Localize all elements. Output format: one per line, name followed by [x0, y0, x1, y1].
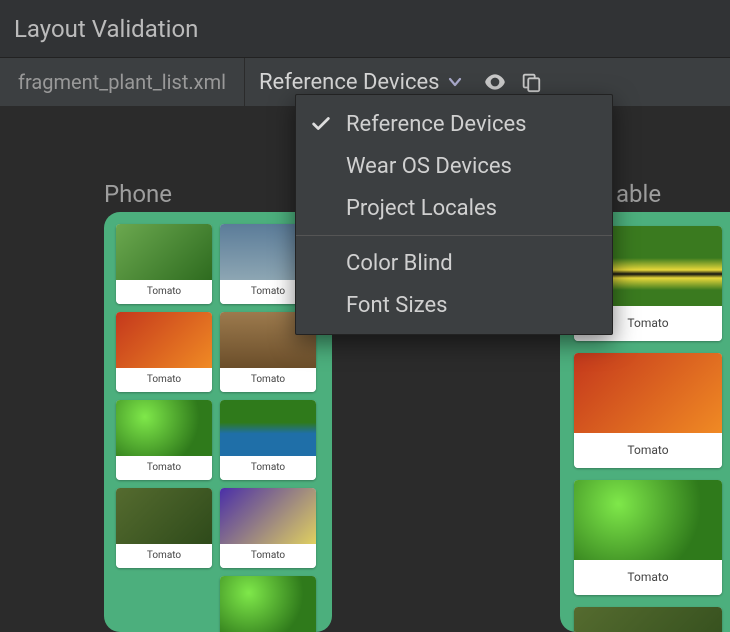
menu-item-label: Color Blind [346, 251, 453, 276]
card-caption: Tomato [220, 456, 316, 480]
card-caption: Tomato [574, 433, 722, 468]
card-caption: Tomato [574, 560, 722, 595]
card-caption: Tomato [116, 280, 212, 304]
list-item[interactable]: Tomato [574, 480, 722, 595]
list-item[interactable]: Tomato [116, 312, 212, 392]
thumbnail-image [574, 607, 722, 632]
menu-item-label: Font Sizes [346, 293, 447, 318]
device-label-foldable-partial: able [616, 180, 661, 208]
list-item[interactable]: Tomato [116, 488, 212, 568]
reference-devices-dropdown-menu: Reference Devices Wear OS Devices Projec… [295, 94, 613, 335]
thumbnail-image [116, 224, 212, 280]
thumbnail-image [220, 488, 316, 544]
menu-item-reference-devices[interactable]: Reference Devices [296, 103, 612, 145]
chevron-down-icon [447, 74, 463, 90]
list-item[interactable]: Tomato [220, 488, 316, 568]
menu-item-project-locales[interactable]: Project Locales [296, 187, 612, 229]
list-item[interactable]: Tomato [574, 353, 722, 468]
file-tab[interactable]: fragment_plant_list.xml [0, 58, 245, 106]
reference-devices-label: Reference Devices [259, 70, 440, 95]
card-caption: Tomato [116, 544, 212, 568]
check-icon [310, 113, 332, 135]
thumbnail-image [116, 400, 212, 456]
menu-item-font-sizes[interactable]: Font Sizes [296, 284, 612, 326]
card-caption: Tomato [220, 368, 316, 392]
title-bar: Layout Validation [0, 0, 730, 58]
file-tab-label: fragment_plant_list.xml [18, 70, 226, 94]
list-item[interactable]: Tomato [116, 400, 212, 480]
thumbnail-image [220, 576, 316, 632]
thumbnail-image [116, 488, 212, 544]
card-caption: Tomato [220, 544, 316, 568]
menu-item-label: Project Locales [346, 196, 497, 221]
list-item[interactable]: Tomato [220, 576, 316, 632]
menu-separator [296, 235, 612, 236]
panel-title: Layout Validation [14, 15, 198, 43]
menu-item-label: Wear OS Devices [346, 154, 512, 179]
thumbnail-image [574, 353, 722, 433]
thumbnail-image [220, 400, 316, 456]
menu-item-color-blind[interactable]: Color Blind [296, 242, 612, 284]
list-item[interactable]: Tomato [116, 224, 212, 304]
card-caption: Tomato [116, 368, 212, 392]
menu-item-wear-os[interactable]: Wear OS Devices [296, 145, 612, 187]
thumbnail-image [116, 312, 212, 368]
menu-item-label: Reference Devices [346, 112, 527, 137]
list-item[interactable] [574, 607, 722, 632]
list-item[interactable]: Tomato [220, 400, 316, 480]
thumbnail-image [574, 480, 722, 560]
card-caption: Tomato [116, 456, 212, 480]
device-label-phone: Phone [104, 180, 172, 208]
